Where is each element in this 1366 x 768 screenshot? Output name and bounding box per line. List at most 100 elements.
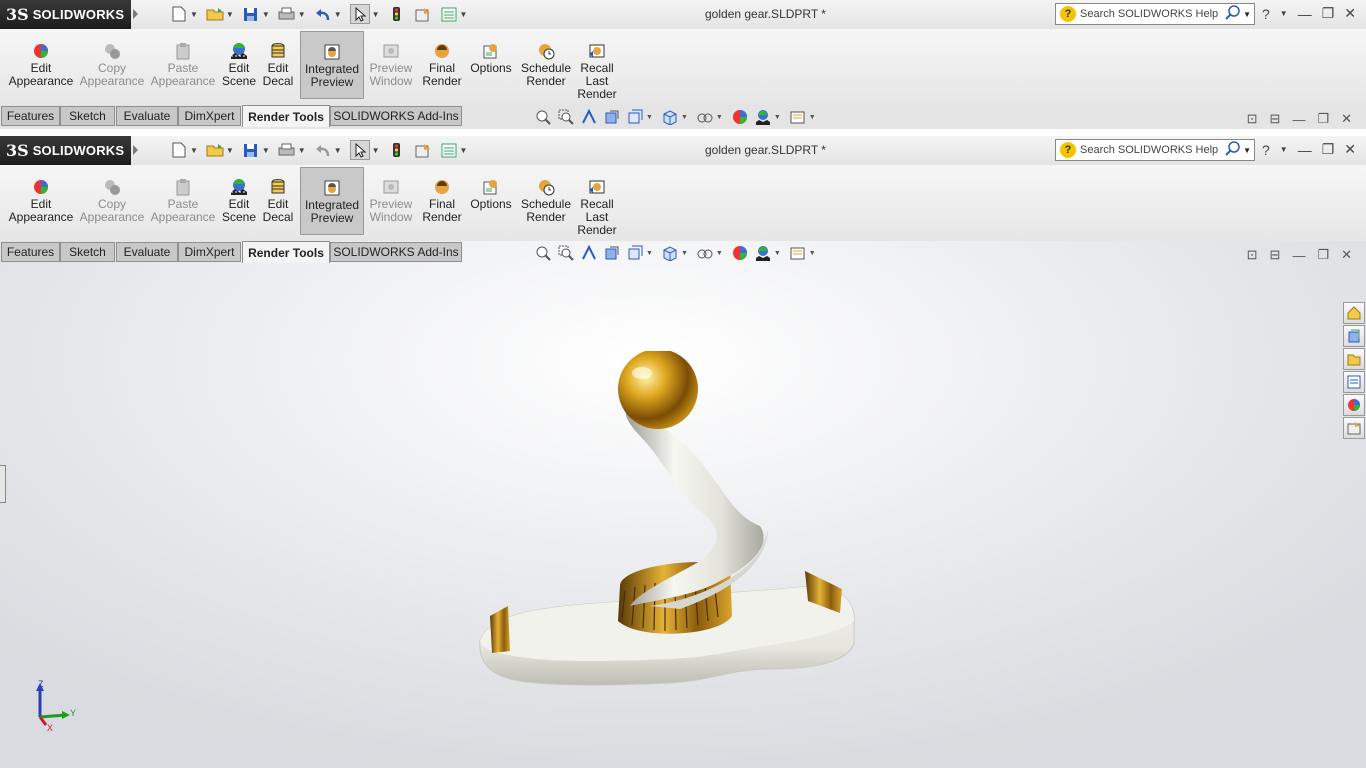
zoom-to-fit-icon[interactable] (534, 109, 552, 125)
view-settings-icon[interactable] (789, 109, 807, 125)
custom-properties-icon[interactable] (1343, 417, 1365, 439)
restore-icon[interactable]: ❐ (1317, 247, 1329, 263)
golden-gear-model[interactable] (470, 351, 870, 711)
view-orientation-icon[interactable] (661, 109, 679, 125)
menu-flyout-arrow-icon[interactable] (133, 9, 138, 19)
search-input[interactable]: Search SOLIDWORKS Help (1080, 144, 1225, 156)
edit-appearance-button[interactable]: Edit Appearance (9, 29, 73, 105)
restore-icon[interactable]: ❐ (1322, 5, 1335, 22)
menu-flyout-arrow-icon[interactable] (133, 145, 138, 155)
preview-window-button[interactable]: Preview Window (368, 29, 414, 105)
render-options-button[interactable]: Options (469, 165, 513, 241)
chevron-down-icon[interactable]: ▼ (372, 10, 380, 19)
open-folder-icon[interactable] (206, 5, 224, 23)
chevron-down-icon[interactable]: ▼ (1243, 10, 1251, 19)
help-search-box[interactable]: ? Search SOLIDWORKS Help ▼ (1055, 3, 1255, 25)
edit-scene-button[interactable]: Edit Scene (222, 29, 256, 105)
save-icon[interactable] (242, 5, 260, 23)
paste-appearance-button[interactable]: Paste Appearance (151, 165, 215, 241)
options-list-icon[interactable] (440, 5, 458, 23)
preview-window-button[interactable]: Preview Window (368, 165, 414, 241)
tab-evaluate[interactable]: Evaluate (116, 242, 178, 262)
split-view-icon[interactable]: ⊡ (1247, 111, 1258, 127)
rebuild-traffic-light-icon[interactable] (388, 5, 406, 23)
search-icon[interactable] (1225, 140, 1241, 160)
copy-appearance-button[interactable]: Copy Appearance (80, 29, 144, 105)
restore-icon[interactable]: ❐ (1322, 141, 1335, 158)
undo-icon[interactable] (314, 141, 332, 159)
tab-render-tools[interactable]: Render Tools (242, 241, 330, 263)
edit-appearance-hud-icon[interactable] (731, 109, 749, 125)
chevron-down-icon[interactable]: ▼ (460, 10, 468, 19)
chevron-down-icon[interactable]: ▼ (774, 114, 781, 121)
chevron-down-icon[interactable]: ▼ (681, 250, 688, 257)
chevron-down-icon[interactable]: ▼ (1280, 9, 1288, 18)
chevron-down-icon[interactable]: ▼ (809, 250, 816, 257)
integrated-preview-button[interactable]: Integrated Preview (300, 31, 364, 99)
previous-view-icon[interactable] (580, 109, 598, 125)
solidworks-logo[interactable]: 3S SOLIDWORKS (0, 0, 131, 29)
section-view-icon[interactable] (603, 245, 621, 261)
integrated-preview-button[interactable]: Integrated Preview (300, 167, 364, 235)
tab-sketch[interactable]: Sketch (60, 106, 115, 126)
solidworks-logo[interactable]: 3S SOLIDWORKS (0, 136, 131, 165)
options-list-icon[interactable] (440, 141, 458, 159)
final-render-button[interactable]: Final Render (421, 165, 463, 241)
chevron-down-icon[interactable]: ▼ (190, 146, 198, 155)
chevron-down-icon[interactable]: ▼ (190, 10, 198, 19)
chevron-down-icon[interactable]: ▼ (334, 10, 342, 19)
view-orientation-icon[interactable] (661, 245, 679, 261)
help-menu-icon[interactable]: ? (1262, 142, 1270, 158)
paste-appearance-button[interactable]: Paste Appearance (151, 29, 215, 105)
zoom-to-area-icon[interactable] (557, 245, 575, 261)
tab-features[interactable]: Features (1, 106, 60, 126)
view-palette-icon[interactable] (1343, 371, 1365, 393)
chevron-down-icon[interactable]: ▼ (716, 250, 723, 257)
file-explorer-icon[interactable] (1343, 348, 1365, 370)
minimize-icon[interactable]: — (1292, 112, 1305, 127)
close-icon[interactable]: ✕ (1341, 247, 1352, 263)
edit-appearance-button[interactable]: Edit Appearance (9, 165, 73, 241)
undo-icon[interactable] (314, 5, 332, 23)
chevron-down-icon[interactable]: ▼ (1280, 145, 1288, 154)
chevron-down-icon[interactable]: ▼ (809, 114, 816, 121)
dynamic-annotation-icon[interactable] (626, 109, 644, 125)
appearances-scenes-decals-icon[interactable] (1343, 394, 1365, 416)
render-options-button[interactable]: Options (469, 29, 513, 105)
feature-tree-flyout-handle[interactable] (0, 465, 6, 503)
minimize-icon[interactable]: — (1292, 248, 1305, 263)
search-icon[interactable] (1225, 4, 1241, 24)
chevron-down-icon[interactable]: ▼ (372, 146, 380, 155)
copy-appearance-button[interactable]: Copy Appearance (80, 165, 144, 241)
restore-icon[interactable]: ❐ (1317, 111, 1329, 127)
close-icon[interactable]: ✕ (1344, 141, 1356, 158)
split-view-icon[interactable]: ⊡ (1247, 247, 1258, 263)
display-style-icon[interactable] (696, 109, 714, 125)
rebuild-traffic-light-icon[interactable] (388, 141, 406, 159)
tab-dimxpert[interactable]: DimXpert (178, 242, 241, 262)
chevron-down-icon[interactable]: ▼ (681, 114, 688, 121)
schedule-render-button[interactable]: Schedule Render (519, 29, 573, 105)
new-document-icon[interactable] (170, 5, 188, 23)
minimize-icon[interactable]: — (1298, 6, 1312, 22)
print-icon[interactable] (278, 5, 296, 23)
print-icon[interactable] (278, 141, 296, 159)
chevron-down-icon[interactable]: ▼ (226, 146, 234, 155)
edit-scene-button[interactable]: Edit Scene (222, 165, 256, 241)
tab-evaluate[interactable]: Evaluate (116, 106, 178, 126)
apply-scene-icon[interactable] (754, 109, 772, 125)
chevron-down-icon[interactable]: ▼ (646, 250, 653, 257)
close-icon[interactable]: ✕ (1341, 111, 1352, 127)
recall-last-render-button[interactable]: Recall Last Render (577, 165, 617, 241)
chevron-down-icon[interactable]: ▼ (716, 114, 723, 121)
final-render-button[interactable]: Final Render (421, 29, 463, 105)
file-properties-icon[interactable] (414, 141, 432, 159)
display-style-icon[interactable] (696, 245, 714, 261)
zoom-to-area-icon[interactable] (557, 109, 575, 125)
home-icon[interactable] (1343, 302, 1365, 324)
graphics-area[interactable]: Z Y X (0, 241, 1366, 768)
chevron-down-icon[interactable]: ▼ (298, 146, 306, 155)
tab-sketch[interactable]: Sketch (60, 242, 115, 262)
view-settings-icon[interactable] (789, 245, 807, 261)
select-cursor-icon[interactable] (349, 140, 370, 160)
